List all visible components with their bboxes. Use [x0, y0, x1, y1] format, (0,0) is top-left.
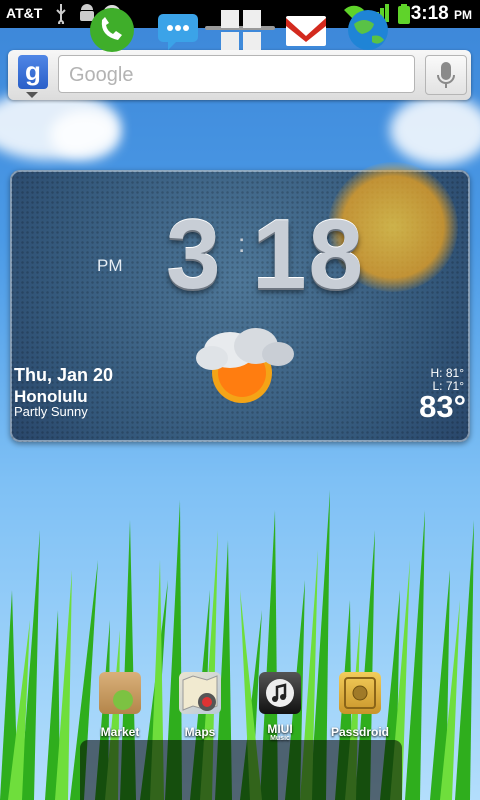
safe-icon — [339, 672, 381, 714]
weather-condition: Partly Sunny — [14, 404, 88, 419]
browser-icon — [348, 10, 388, 50]
cloud — [390, 95, 480, 165]
app-label: Maps — [184, 725, 216, 739]
app-label: Passdroid — [330, 725, 390, 739]
gmail-dock-button[interactable] — [282, 6, 330, 54]
battery-icon — [398, 4, 410, 29]
usb-icon — [54, 4, 68, 29]
google-logo-icon[interactable]: g — [18, 55, 48, 89]
app-drawer-icon — [221, 10, 261, 50]
app-drawer-button[interactable] — [217, 6, 265, 54]
status-time: 3:18 PM — [410, 3, 472, 24]
microphone-icon — [437, 62, 455, 88]
gmail-icon — [286, 16, 326, 46]
clock-hour: 3 — [166, 199, 223, 309]
search-input[interactable]: Google — [58, 55, 415, 93]
clock-ampm: PM — [97, 256, 123, 275]
microphone-button[interactable] — [425, 55, 467, 95]
messaging-dock-button[interactable] — [154, 6, 202, 54]
weather-date: Thu, Jan 20 — [14, 365, 114, 385]
phone-dock-button[interactable] — [88, 6, 136, 54]
music-icon — [259, 672, 301, 714]
carrier-label: AT&T — [6, 5, 43, 21]
partly-sunny-icon — [190, 318, 300, 408]
app-market[interactable]: Market — [77, 672, 163, 742]
messaging-icon — [158, 14, 198, 50]
app-passdroid[interactable]: Passdroid — [317, 672, 403, 742]
clock-colon: : — [238, 228, 246, 258]
app-label: MIUI — [267, 722, 293, 736]
app-label: Market — [100, 725, 140, 739]
market-icon — [99, 672, 141, 714]
google-search-widget[interactable]: g Google — [8, 50, 471, 100]
cloud — [50, 110, 120, 160]
phone-icon — [90, 8, 134, 52]
maps-icon — [179, 672, 221, 714]
weather-high: H: 81° — [430, 366, 464, 380]
app-maps[interactable]: Maps — [157, 672, 243, 742]
browser-dock-button[interactable] — [344, 6, 392, 54]
app-miui-music[interactable]: MIUI Music — [237, 672, 323, 742]
clock-minute: 18 — [252, 199, 366, 309]
weather-temperature: 83° — [419, 389, 466, 424]
chevron-down-icon[interactable] — [26, 92, 38, 98]
dock — [80, 740, 402, 800]
